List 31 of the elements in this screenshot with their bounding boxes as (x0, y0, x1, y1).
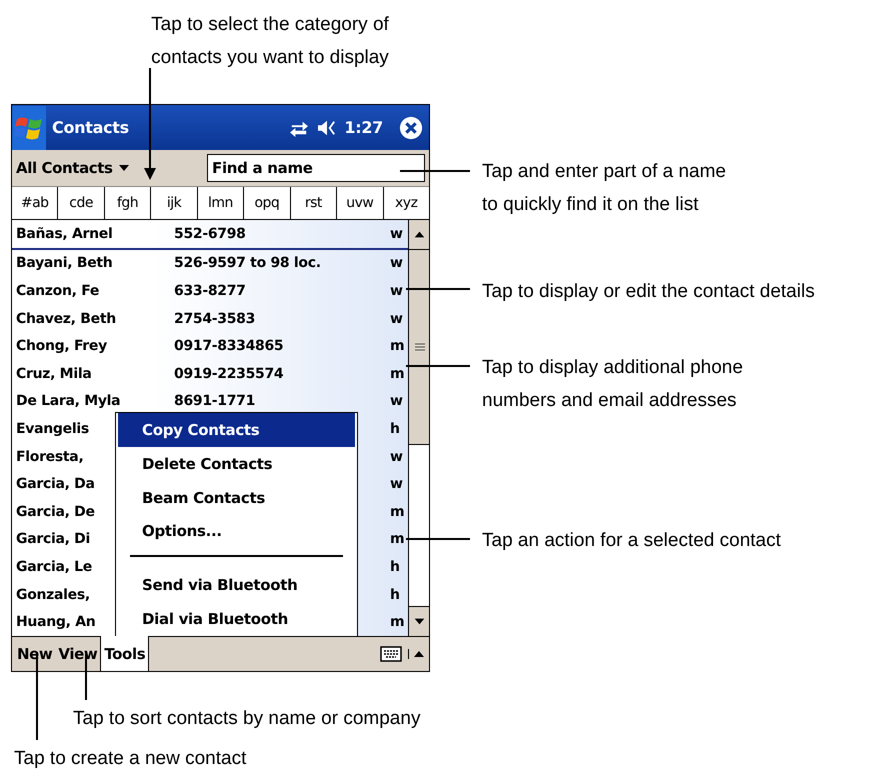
category-dropdown[interactable]: All Contacts (16, 159, 133, 177)
menu-item[interactable]: Copy Contacts (118, 413, 355, 447)
callout-text: Tap to create a new contact (14, 747, 246, 771)
menu-item[interactable]: Dial via Bluetooth (118, 602, 355, 636)
caret-icon (118, 165, 129, 171)
close-icon[interactable] (399, 116, 423, 140)
scroll-up-icon[interactable] (409, 220, 429, 250)
scroll-down-icon[interactable] (409, 606, 429, 636)
callout-text: Tap an action for a selected contact (482, 529, 781, 553)
contact-row[interactable]: Bañas, Arnel 552-6798 w (12, 220, 408, 250)
scrollbar[interactable] (408, 220, 429, 636)
callout-text: Tap to sort contacts by name or company (73, 707, 420, 731)
find-name-field[interactable]: Find a name (207, 154, 425, 182)
menu-command[interactable]: View (55, 637, 100, 671)
callout-text: Tap to display or edit the contact details (482, 280, 815, 304)
menu-item[interactable]: Send via Bluetooth (118, 568, 355, 602)
up-arrow-icon[interactable] (408, 649, 425, 659)
callout-text: Tap to display additional phone numbers and email addresses (482, 356, 743, 413)
callout-text: Tap and enter part of a name to quickly find it on the list (482, 160, 726, 217)
menu-item[interactable]: Beam Contacts (118, 480, 355, 514)
scroll-thumb[interactable] (409, 250, 429, 445)
menu-item[interactable]: Delete Contacts (118, 446, 355, 481)
callout-text: Tap to select the category of contacts you want to display (150, 13, 390, 70)
menu-item[interactable]: Options... (118, 514, 355, 548)
keyboard-icon[interactable] (380, 646, 402, 662)
contact-row[interactable]: Bayani, Beth 526-9597 to 98 loc. w (12, 250, 408, 278)
clock-time[interactable]: 1:27 (344, 118, 383, 137)
windows-flag-icon[interactable] (12, 106, 46, 150)
grip-icon (414, 343, 424, 351)
window-title: Contacts (52, 118, 129, 137)
menu-command[interactable]: Tools (100, 636, 150, 671)
